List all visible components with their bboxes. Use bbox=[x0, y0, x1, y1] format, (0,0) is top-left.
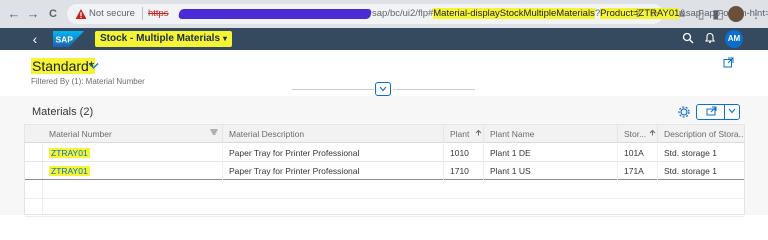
notifications-bell-icon[interactable] bbox=[703, 32, 717, 46]
sort-ascending-icon bbox=[647, 125, 657, 143]
variant-name: Standard* bbox=[31, 58, 96, 74]
bookmark-star-icon[interactable]: ☆ bbox=[647, 7, 661, 21]
column-header-storage-description[interactable]: Description of Stora... bbox=[658, 125, 744, 143]
shell-bar: ‹ SAP Stock - Multiple Materials ▾ AM bbox=[0, 28, 768, 50]
plant-cell: 1710 bbox=[444, 162, 484, 180]
material-description-cell: Paper Tray for Printer Professional bbox=[223, 162, 444, 180]
share-icon[interactable] bbox=[723, 57, 735, 69]
redacted-host bbox=[177, 9, 373, 19]
material-link[interactable]: ZTRAY01 bbox=[49, 166, 90, 176]
filtered-by-text: Filtered By (1): Material Number bbox=[31, 77, 145, 86]
browser-toolbar: ← → C Not secure https sap/bc/ui2/flp#Ma… bbox=[0, 0, 768, 28]
variant-selector[interactable]: Standard* bbox=[31, 58, 96, 74]
plant-name-cell: Plant 1 US bbox=[484, 162, 618, 180]
app-title-menu[interactable]: Stock - Multiple Materials ▾ bbox=[95, 31, 233, 47]
table-title: Materials (2) bbox=[32, 106, 94, 118]
browser-forward-icon[interactable]: → bbox=[24, 5, 42, 23]
app-title: Stock - Multiple Materials bbox=[100, 33, 221, 44]
split-view-icon[interactable]: ◧ bbox=[710, 6, 726, 22]
browser-profile-avatar[interactable] bbox=[728, 6, 744, 22]
sap-logo[interactable]: SAP bbox=[53, 31, 84, 47]
export-icon bbox=[701, 106, 723, 118]
export-button[interactable] bbox=[696, 104, 740, 120]
app-title-caret-icon: ▾ bbox=[223, 34, 228, 43]
settings-gear-icon[interactable] bbox=[677, 106, 691, 120]
collapse-header-button[interactable] bbox=[375, 82, 391, 96]
user-avatar[interactable]: AM bbox=[725, 30, 743, 48]
search-icon[interactable] bbox=[681, 32, 695, 46]
url-scheme: https bbox=[148, 8, 169, 19]
export-dropdown-icon[interactable] bbox=[726, 106, 738, 118]
column-header-plant-name[interactable]: Plant Name bbox=[484, 125, 618, 143]
table-row[interactable]: ZTRAY01 Paper Tray for Printer Professio… bbox=[25, 162, 744, 180]
material-description-cell: Paper Tray for Printer Professional bbox=[223, 144, 444, 162]
storage-location-cell: 171A bbox=[618, 162, 658, 180]
storage-description-cell: Std. storage 1 bbox=[664, 148, 717, 158]
material-link[interactable]: ZTRAY01 bbox=[49, 148, 90, 158]
column-header-material-number[interactable]: Material Number bbox=[43, 125, 223, 143]
reload-icon[interactable]: C bbox=[44, 5, 62, 23]
address-bar[interactable]: Not secure https sap/bc/ui2/flp#Material… bbox=[67, 4, 768, 24]
storage-location-cell: 101A bbox=[618, 144, 658, 162]
filter-icon[interactable] bbox=[209, 125, 219, 143]
plant-name-cell: Plant 1 DE bbox=[484, 144, 618, 162]
url-divider bbox=[142, 7, 143, 20]
export-divider bbox=[724, 105, 725, 119]
browser-back-icon[interactable]: ← bbox=[5, 5, 23, 23]
plant-cell: 1010 bbox=[444, 144, 484, 162]
materials-table: Material Number Material Description Pla… bbox=[24, 124, 745, 217]
shell-back-icon[interactable]: ‹ bbox=[28, 32, 42, 46]
side-panel-icon[interactable]: ▯ bbox=[693, 6, 709, 22]
variant-chevron-icon[interactable] bbox=[88, 62, 100, 74]
url-path-prefix: sap/bc/ui2/flp# bbox=[372, 8, 434, 19]
storage-description-cell: Std. storage 1 bbox=[664, 166, 717, 176]
header-divider-right bbox=[393, 89, 475, 90]
share-page-icon[interactable]: ⇪ bbox=[631, 7, 645, 21]
not-secure-label: Not secure bbox=[89, 8, 135, 19]
table-row[interactable]: ZTRAY01 Paper Tray for Printer Professio… bbox=[25, 144, 744, 162]
column-header-material-description[interactable]: Material Description bbox=[223, 125, 444, 143]
sort-ascending-icon bbox=[473, 125, 483, 143]
reading-list-icon[interactable]: ≡ bbox=[674, 6, 690, 22]
sap-logo-text: SAP bbox=[56, 35, 74, 45]
material-number-cell[interactable]: ZTRAY01 bbox=[43, 144, 223, 162]
empty-row bbox=[25, 199, 744, 217]
url-semantic-object: Material-displayStockMultipleMaterials bbox=[433, 8, 595, 19]
material-number-cell[interactable]: ZTRAY01 bbox=[43, 162, 223, 180]
warning-icon bbox=[75, 9, 87, 19]
table-header-row: Material Number Material Description Pla… bbox=[25, 125, 744, 143]
header-divider-left bbox=[292, 89, 374, 90]
empty-row bbox=[25, 181, 744, 199]
browser-menu-icon[interactable]: ⋮ bbox=[748, 6, 764, 22]
